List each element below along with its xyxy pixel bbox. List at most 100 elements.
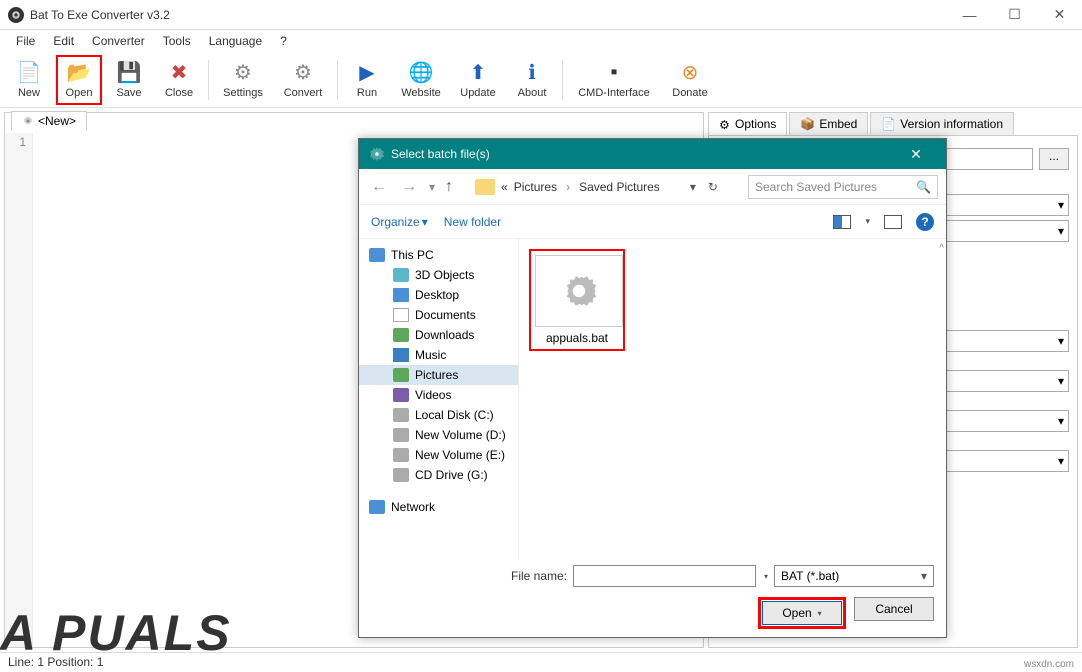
about-button[interactable]: ℹAbout (508, 55, 556, 105)
drive-icon (393, 428, 409, 442)
chevron-down-icon[interactable]: ▾ (865, 216, 870, 227)
close-window-button[interactable]: ✕ (1037, 0, 1082, 30)
toolbar-label: Update (460, 87, 495, 99)
dialog-title: Select batch file(s) (391, 147, 490, 161)
tree-item-new-volume-e-[interactable]: New Volume (E:) (359, 445, 518, 465)
open-button[interactable]: 📂Open (56, 55, 102, 105)
tree-item-3d-objects[interactable]: 3D Objects (359, 265, 518, 285)
tree-label: Pictures (415, 368, 458, 382)
box-icon: 📦 (800, 117, 815, 131)
path-dropdown[interactable]: ▾ (690, 180, 696, 194)
close-button[interactable]: ✖Close (156, 55, 202, 105)
run-icon: ▶ (355, 61, 379, 85)
maximize-button[interactable]: ☐ (992, 0, 1037, 30)
file-item[interactable]: appuals.bat (529, 249, 625, 351)
chevron-down-icon[interactable]: ▾ (764, 572, 768, 581)
pic-icon (393, 368, 409, 382)
cmd-interface-button[interactable]: ▪CMD-Interface (569, 55, 659, 105)
tree-item-videos[interactable]: Videos (359, 385, 518, 405)
tree-item-network[interactable]: Network (359, 497, 518, 517)
window-title: Bat To Exe Converter v3.2 (30, 8, 170, 22)
file-list[interactable]: ^ appuals.bat (519, 239, 946, 557)
tree-item-music[interactable]: Music (359, 345, 518, 365)
tree-item-local-disk-c-[interactable]: Local Disk (C:) (359, 405, 518, 425)
tree-label: Downloads (415, 328, 474, 342)
dialog-close-button[interactable]: ✕ (896, 146, 936, 163)
website-button[interactable]: 🌐Website (394, 55, 448, 105)
preview-pane-button[interactable] (884, 215, 902, 229)
pc-icon (369, 248, 385, 262)
editor-tab[interactable]: <New> (11, 111, 87, 131)
refresh-button[interactable]: ↻ (708, 180, 718, 194)
search-input[interactable]: Search Saved Pictures 🔍 (748, 175, 938, 199)
tree-item-pictures[interactable]: Pictures (359, 365, 518, 385)
convert-icon: ⚙ (291, 61, 315, 85)
menu-help[interactable]: ? (272, 32, 295, 50)
tree-item-this-pc[interactable]: This PC (359, 245, 518, 265)
watermark: wsxdn.com (1024, 659, 1074, 670)
line-gutter: 1 (5, 133, 33, 647)
history-dropdown[interactable]: ▾ (429, 180, 435, 194)
save-button[interactable]: 💾Save (106, 55, 152, 105)
tab-options[interactable]: ⚙Options (708, 112, 787, 135)
tree-item-downloads[interactable]: Downloads (359, 325, 518, 345)
save-icon: 💾 (117, 61, 141, 85)
file-dialog: Select batch file(s) ✕ ← → ▾ ↑ « Picture… (358, 138, 947, 638)
tab-version[interactable]: 📄Version information (870, 112, 1014, 135)
about-icon: ℹ (520, 61, 544, 85)
file-thumbnail (535, 255, 623, 327)
view-mode-button[interactable] (833, 215, 851, 229)
forward-button[interactable]: → (397, 178, 421, 196)
tree-item-new-volume-d-[interactable]: New Volume (D:) (359, 425, 518, 445)
settings-button[interactable]: ⚙Settings (215, 55, 271, 105)
menu-file[interactable]: File (8, 32, 43, 50)
chevron-down-icon: ▾ (1058, 454, 1064, 468)
new-button[interactable]: 📄New (6, 55, 52, 105)
filename-input[interactable] (573, 565, 756, 587)
organize-menu[interactable]: Organize ▾ (371, 215, 428, 229)
cancel-button[interactable]: Cancel (854, 597, 934, 621)
chevron-down-icon: ▾ (1058, 224, 1064, 238)
path-prefix: « (501, 180, 508, 194)
tree-label: This PC (391, 248, 434, 262)
menu-converter[interactable]: Converter (84, 32, 153, 50)
menu-tools[interactable]: Tools (155, 32, 199, 50)
tree-item-desktop[interactable]: Desktop (359, 285, 518, 305)
tree-item-cd-drive-g-[interactable]: CD Drive (G:) (359, 465, 518, 485)
breadcrumb-2[interactable]: Saved Pictures (579, 180, 660, 194)
toolbar-label: CMD-Interface (578, 87, 650, 99)
tree-label: New Volume (E:) (415, 448, 505, 462)
menu-edit[interactable]: Edit (45, 32, 82, 50)
search-placeholder: Search Saved Pictures (755, 180, 877, 194)
file-type-filter[interactable]: BAT (*.bat) ▾ (774, 565, 934, 587)
folder-icon (475, 179, 495, 195)
up-button[interactable]: ↑ (441, 178, 457, 196)
gear-icon: ⚙ (719, 118, 731, 130)
tree-label: Network (391, 500, 435, 514)
folder-tree: This PC 3D ObjectsDesktop Documents Downloa… (359, 239, 519, 557)
update-button[interactable]: ⬆Update (452, 55, 504, 105)
new-folder-button[interactable]: New folder (444, 215, 501, 229)
tab-embed[interactable]: 📦Embed (789, 112, 868, 135)
tree-item-documents[interactable]: Documents (359, 305, 518, 325)
convert-button[interactable]: ⚙Convert (275, 55, 331, 105)
back-button[interactable]: ← (367, 178, 391, 196)
donate-button[interactable]: ⊗Donate (663, 55, 717, 105)
minimize-button[interactable]: — (947, 0, 992, 30)
menu-language[interactable]: Language (201, 32, 270, 50)
run-button[interactable]: ▶Run (344, 55, 390, 105)
tree-label: Documents (415, 308, 476, 322)
scroll-indicator: ^ (939, 243, 944, 254)
right-tabs: ⚙Options 📦Embed 📄Version information (708, 112, 1078, 136)
tree-label: Local Disk (C:) (415, 408, 494, 422)
browse-button[interactable]: ... (1039, 148, 1069, 170)
tree-label: Music (415, 348, 446, 362)
app-icon (8, 7, 24, 23)
tree-label: Videos (415, 388, 451, 402)
toolbar-label: New (18, 87, 40, 99)
doc-icon (393, 308, 409, 322)
help-button[interactable]: ? (916, 213, 934, 231)
breadcrumb-1[interactable]: Pictures (514, 180, 557, 194)
chevron-down-icon: ▾ (1058, 198, 1064, 212)
open-button[interactable]: Open ▾ (762, 601, 842, 625)
